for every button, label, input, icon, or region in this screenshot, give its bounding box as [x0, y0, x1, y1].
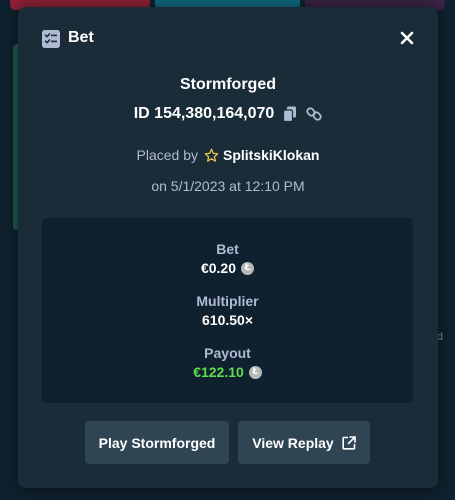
bet-amount-stat: Bet €0.20 Ł — [42, 241, 413, 278]
multiplier-stat: Multiplier 610.50× — [42, 293, 413, 330]
placed-by-row: Placed by SplitskiKlokan — [18, 147, 438, 163]
view-replay-label: View Replay — [252, 434, 334, 451]
modal-header: Bet — [18, 7, 438, 69]
litecoin-icon: Ł — [248, 365, 262, 379]
bet-amount-text: €0.20 — [200, 260, 237, 276]
bet-slip-icon — [42, 30, 60, 48]
copy-icon[interactable] — [282, 106, 298, 122]
bet-id: ID 154,380,164,070 — [133, 105, 275, 122]
bet-date: on 5/1/2023 at 12:10 PM — [151, 178, 305, 194]
external-link-icon — [342, 435, 356, 450]
modal-title: Bet — [68, 29, 94, 46]
litecoin-icon: Ł — [241, 261, 255, 275]
payout-stat: Payout €122.10 Ł — [42, 345, 413, 382]
multiplier-label: Multiplier — [196, 293, 259, 309]
star-icon — [204, 148, 219, 163]
link-icon[interactable] — [306, 106, 322, 122]
payout-text: €122.10 — [193, 364, 244, 380]
multiplier-value: 610.50× — [202, 312, 253, 328]
bet-amount-label: Bet — [216, 241, 239, 257]
play-game-label: Play Stormforged — [98, 434, 216, 451]
bet-amount-value: €0.20 Ł — [200, 260, 255, 276]
bet-stats-panel: Bet €0.20 Ł Multiplier 610.50× Payout €1… — [42, 218, 413, 403]
play-game-button[interactable]: Play Stormforged — [85, 421, 229, 464]
username-link[interactable]: SplitskiKlokan — [223, 147, 319, 163]
bet-id-row: ID 154,380,164,070 — [18, 105, 438, 123]
game-title: Stormforged — [180, 76, 276, 93]
payout-label: Payout — [204, 345, 251, 361]
placed-by-label: Placed by — [136, 147, 198, 163]
payout-value: €122.10 Ł — [193, 364, 262, 380]
close-icon[interactable] — [396, 27, 418, 49]
bet-modal: Bet Stormforged ID 154,380,164,070 Place… — [18, 7, 438, 488]
view-replay-button[interactable]: View Replay — [238, 421, 370, 464]
